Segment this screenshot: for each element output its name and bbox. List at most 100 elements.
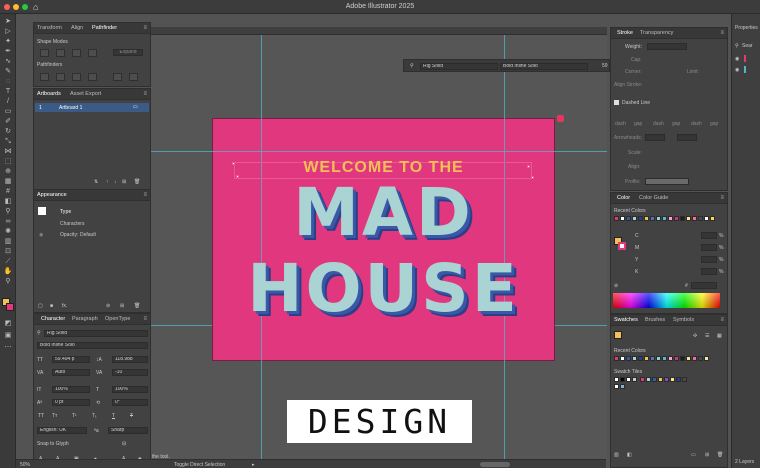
swatch-libraries-icon[interactable]: ▥ xyxy=(614,452,619,458)
swatch-tile[interactable] xyxy=(646,377,651,382)
horizontal-scrollbar[interactable] xyxy=(480,462,510,467)
recent-color-swatch[interactable] xyxy=(620,356,625,361)
tab-artboards[interactable]: Artboards xyxy=(37,91,61,97)
underline-icon[interactable]: T xyxy=(112,413,115,419)
recent-color-swatch[interactable] xyxy=(674,356,679,361)
panel-menu-icon[interactable]: ≡ xyxy=(143,316,147,322)
leading-input[interactable]: 118.988 xyxy=(112,356,148,363)
tab-character[interactable]: Character xyxy=(41,316,65,322)
recent-color-swatch[interactable] xyxy=(710,216,715,221)
slice-tool-icon[interactable]: ⟋ xyxy=(3,258,13,266)
swatch-tile[interactable] xyxy=(614,377,619,382)
recent-color-swatch[interactable] xyxy=(656,216,661,221)
exclude-button[interactable] xyxy=(88,49,97,57)
show-swatch-kinds-icon[interactable]: ✣ xyxy=(693,333,697,339)
list-view-icon[interactable]: ☰ xyxy=(705,333,709,339)
recent-color-swatch[interactable] xyxy=(704,216,709,221)
snap-options-icon[interactable]: ⊟ xyxy=(122,441,126,447)
properties-title[interactable]: Properties xyxy=(735,25,758,31)
swatch-tile[interactable] xyxy=(664,377,669,382)
search-icon[interactable]: ⚲ xyxy=(735,43,739,49)
swatch-tile[interactable] xyxy=(682,377,687,382)
all-caps-icon[interactable]: TT xyxy=(38,413,44,419)
merge-button[interactable] xyxy=(72,73,81,81)
recent-color-swatch[interactable] xyxy=(656,356,661,361)
recent-color-swatch[interactable] xyxy=(680,356,685,361)
swatch-fill-indicator[interactable] xyxy=(614,331,622,339)
pen-tool-icon[interactable]: ✒ xyxy=(3,48,13,56)
swatch-options-icon[interactable]: ◧ xyxy=(627,452,632,458)
recent-color-swatch[interactable] xyxy=(626,356,631,361)
tab-transparency[interactable]: Transparency xyxy=(640,30,673,36)
channel-k-input[interactable] xyxy=(701,268,717,275)
control-font-style-select[interactable]: Bold Inline Solo xyxy=(500,63,588,70)
recent-color-swatch[interactable] xyxy=(614,356,619,361)
superscript-icon[interactable]: T¹ xyxy=(72,413,77,419)
clear-appearance-icon[interactable]: ⊘ xyxy=(106,303,110,309)
recent-color-swatch[interactable] xyxy=(704,356,709,361)
font-search-icon[interactable]: ⚲ xyxy=(37,330,41,336)
recent-color-swatch[interactable] xyxy=(614,216,619,221)
new-artboard-icon[interactable]: ⊞ xyxy=(122,179,126,185)
width-tool-icon[interactable]: ⋈ xyxy=(3,148,13,156)
panel-menu-icon[interactable]: ≡ xyxy=(143,91,147,97)
tab-swatches[interactable]: Swatches xyxy=(614,317,638,323)
recent-color-swatch[interactable] xyxy=(644,356,649,361)
minus-back-button[interactable] xyxy=(129,73,138,81)
recent-color-swatch[interactable] xyxy=(626,216,631,221)
tab-asset-export[interactable]: Asset Export xyxy=(70,91,101,97)
headline-house[interactable]: HOUSE xyxy=(212,254,555,324)
move-up-icon[interactable]: ↑ xyxy=(106,179,109,185)
grid-view-icon[interactable]: ▦ xyxy=(717,333,722,339)
control-font-size-value[interactable]: 59 xyxy=(602,63,608,69)
rotation-input[interactable]: 0° xyxy=(112,399,148,406)
pencil-tool-icon[interactable]: ✎ xyxy=(3,68,13,76)
vertical-scale-input[interactable]: 100% xyxy=(52,386,90,393)
properties-search[interactable]: Sear xyxy=(742,43,753,49)
swatch-tile[interactable] xyxy=(626,377,631,382)
recent-color-swatch[interactable] xyxy=(644,216,649,221)
panel-menu-icon[interactable]: ≡ xyxy=(143,192,147,198)
tab-paragraph[interactable]: Paragraph xyxy=(72,316,98,322)
language-select[interactable]: English: UK xyxy=(37,427,87,434)
perspective-grid-tool-icon[interactable]: ▦ xyxy=(3,178,13,186)
recent-color-swatch[interactable] xyxy=(650,216,655,221)
hex-input[interactable] xyxy=(691,282,717,289)
horizontal-ruler[interactable] xyxy=(151,27,607,35)
recent-color-swatch[interactable] xyxy=(674,216,679,221)
color-spectrum[interactable] xyxy=(613,293,720,308)
recent-color-swatch[interactable] xyxy=(632,356,637,361)
font-size-input[interactable]: 59.494 p xyxy=(52,356,90,363)
baseline-shift-input[interactable]: 0 pt xyxy=(52,399,90,406)
recent-color-swatch[interactable] xyxy=(686,356,691,361)
blend-tool-icon[interactable]: ∞ xyxy=(3,218,13,226)
minus-front-button[interactable] xyxy=(56,49,65,57)
recent-color-swatch[interactable] xyxy=(686,216,691,221)
control-font-family-select[interactable]: Rig Solid xyxy=(420,63,498,70)
rearrange-icon[interactable]: ⇅ xyxy=(94,179,98,185)
opacity-label[interactable]: Opacity: xyxy=(60,232,78,238)
panel-menu-icon[interactable]: ≡ xyxy=(720,317,724,323)
horizontal-scale-input[interactable]: 100% xyxy=(112,386,148,393)
selection-tool-icon[interactable]: ➤ xyxy=(3,18,13,26)
add-effect-icon[interactable]: fx. xyxy=(62,303,67,309)
type-tool-icon[interactable]: T xyxy=(3,88,13,96)
delete-swatch-icon[interactable]: 🗑 xyxy=(717,452,723,458)
crop-button[interactable] xyxy=(88,73,97,81)
new-color-group-icon[interactable]: ▭ xyxy=(691,452,696,458)
tab-symbols[interactable]: Symbols xyxy=(673,317,694,323)
rotate-tool-icon[interactable]: ↻ xyxy=(3,128,13,136)
swatch-tile[interactable] xyxy=(614,384,619,389)
tracking-input[interactable]: -10 xyxy=(112,369,148,376)
artboard-options-icon[interactable]: ▭ xyxy=(133,104,138,110)
recent-color-swatch[interactable] xyxy=(638,216,643,221)
recent-color-swatch[interactable] xyxy=(668,216,673,221)
edit-toolbar-icon[interactable]: ⋯ xyxy=(3,344,13,352)
recent-color-swatch[interactable] xyxy=(632,216,637,221)
direct-selection-tool-icon[interactable]: ▷ xyxy=(3,28,13,36)
strikethrough-icon[interactable]: T xyxy=(130,413,133,419)
delete-item-icon[interactable]: 🗑 xyxy=(134,303,140,309)
swatch-tile[interactable] xyxy=(620,384,625,389)
move-down-icon[interactable]: ↓ xyxy=(114,179,117,185)
recent-color-swatch[interactable] xyxy=(680,216,685,221)
